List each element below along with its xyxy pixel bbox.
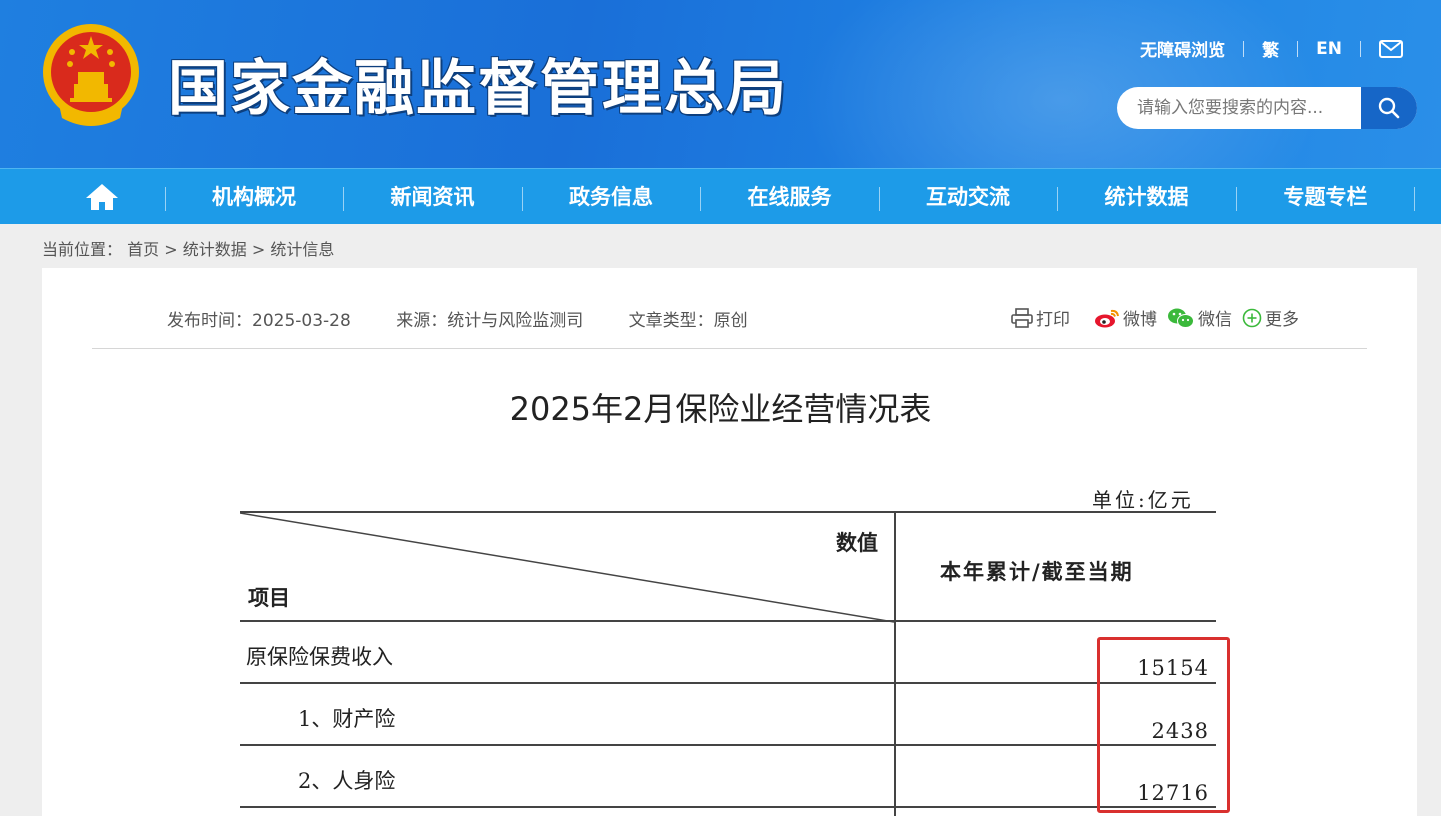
- search-input[interactable]: [1117, 87, 1361, 129]
- article-source: 来源：统计与风险监测司: [396, 311, 584, 331]
- breadcrumb-stat-info[interactable]: 统计信息: [270, 240, 334, 259]
- print-button[interactable]: 打印: [1011, 305, 1070, 330]
- publish-time: 发布时间：2025-03-28: [167, 311, 351, 331]
- breadcrumb-separator: >: [251, 240, 266, 259]
- article-title: 2025年2月保险业经营情况表: [509, 390, 932, 428]
- table-row-border: [240, 744, 1216, 746]
- breadcrumb-home[interactable]: 首页: [127, 240, 159, 259]
- nav-item-interaction[interactable]: 互动交流: [879, 169, 1057, 225]
- search-icon: [1378, 97, 1400, 119]
- table-row-border: [240, 682, 1216, 684]
- divider: [1360, 40, 1361, 57]
- weibo-label: 微博: [1123, 310, 1157, 330]
- highlight-box: [1097, 637, 1230, 813]
- plus-circle-icon: [1242, 308, 1262, 327]
- table-unit: 单位:亿元: [1092, 488, 1194, 512]
- nav-item-government[interactable]: 政务信息: [522, 169, 700, 225]
- mail-icon[interactable]: [1379, 39, 1403, 58]
- meta-divider: [92, 348, 1367, 349]
- header-value-label: 数值: [836, 530, 878, 555]
- wechat-icon: [1168, 308, 1194, 328]
- table-row-label: 原保险保费收入: [246, 645, 393, 669]
- weibo-icon: [1095, 309, 1119, 327]
- more-share-button[interactable]: 更多: [1242, 305, 1299, 330]
- nav-item-news[interactable]: 新闻资讯: [343, 169, 522, 225]
- home-icon[interactable]: [84, 182, 120, 212]
- nav-item-online-service[interactable]: 在线服务: [700, 169, 879, 225]
- table-row-label: 2、人身险: [298, 769, 396, 793]
- share-bar: 打印 微博 微信 更多: [1011, 305, 1309, 330]
- divider: [1297, 40, 1299, 57]
- article-meta: 发布时间：2025-03-28 来源：统计与风险监测司 文章类型：原创: [167, 306, 788, 331]
- nav-item-about[interactable]: 机构概况: [165, 169, 343, 225]
- breadcrumb-separator: >: [164, 240, 178, 259]
- printer-icon: [1011, 307, 1033, 328]
- weibo-share-button[interactable]: 微博: [1094, 305, 1157, 330]
- table-row-border: [240, 806, 1216, 808]
- site-header: 国家金融监督管理总局 无障碍浏览 繁 EN: [0, 0, 1441, 168]
- wechat-share-button[interactable]: 微信: [1167, 305, 1232, 330]
- search-box: [1117, 87, 1417, 129]
- search-button[interactable]: [1361, 87, 1417, 129]
- breadcrumb-statistics[interactable]: 统计数据: [183, 240, 247, 259]
- article-type: 文章类型：原创: [628, 311, 748, 331]
- header-diagonal-line: [240, 512, 895, 623]
- site-title[interactable]: 国家金融监督管理总局: [168, 40, 788, 127]
- accessibility-link[interactable]: 无障碍浏览: [1140, 36, 1225, 61]
- national-emblem-icon[interactable]: [40, 22, 142, 128]
- traditional-chinese-link[interactable]: 繁: [1262, 36, 1279, 61]
- header-item-label: 项目: [248, 585, 290, 610]
- wechat-label: 微信: [1198, 310, 1232, 330]
- divider: [1243, 40, 1245, 57]
- nav-item-statistics[interactable]: 统计数据: [1057, 169, 1236, 225]
- print-label: 打印: [1036, 310, 1070, 330]
- breadcrumb: 当前位置： 首页 > 统计数据 > 统计信息: [42, 236, 334, 260]
- top-links: 无障碍浏览 繁 EN: [1140, 36, 1403, 61]
- table-row-label: 1、财产险: [298, 707, 396, 731]
- english-link[interactable]: EN: [1316, 39, 1342, 59]
- nav-item-topics[interactable]: 专题专栏: [1236, 169, 1415, 225]
- nav-divider: [1414, 187, 1415, 211]
- header-column-label: 本年累计/截至当期: [940, 559, 1134, 584]
- breadcrumb-label: 当前位置：: [42, 240, 123, 259]
- more-label: 更多: [1265, 310, 1299, 330]
- main-nav: 机构概况 新闻资讯 政务信息 在线服务 互动交流 统计数据 专题专栏: [0, 168, 1441, 224]
